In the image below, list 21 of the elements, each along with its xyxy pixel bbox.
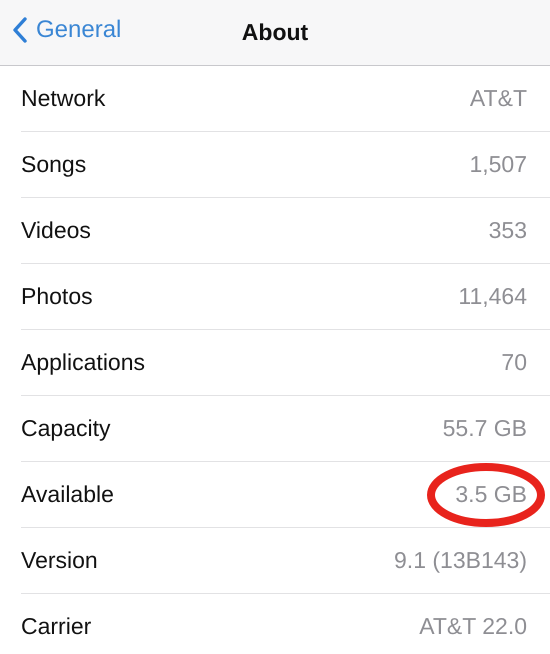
row-value: AT&T [470,85,527,112]
chevron-left-icon [12,16,28,44]
row-value: 55.7 GB [442,415,527,442]
row-label: Capacity [21,415,110,442]
row-value: 3.5 GB [455,481,527,508]
row-label: Version [21,547,98,574]
row-label: Carrier [21,613,92,640]
row-value: 353 [488,217,527,244]
row-value: 11,464 [458,283,527,310]
row-value: 1,507 [469,151,527,178]
row-label: Applications [21,349,146,376]
back-button[interactable]: General [10,14,124,46]
row-label: Songs [21,151,86,178]
row-label: Available [21,481,114,508]
row-label: Photos [21,283,93,310]
row-label: Network [21,85,106,112]
row-label: Videos [21,217,91,244]
row-value: 9.1 (13B143) [394,547,527,574]
row-value: 70 [501,349,527,376]
screen-title: About [242,19,308,46]
row-value: AT&T 22.0 [419,613,527,640]
